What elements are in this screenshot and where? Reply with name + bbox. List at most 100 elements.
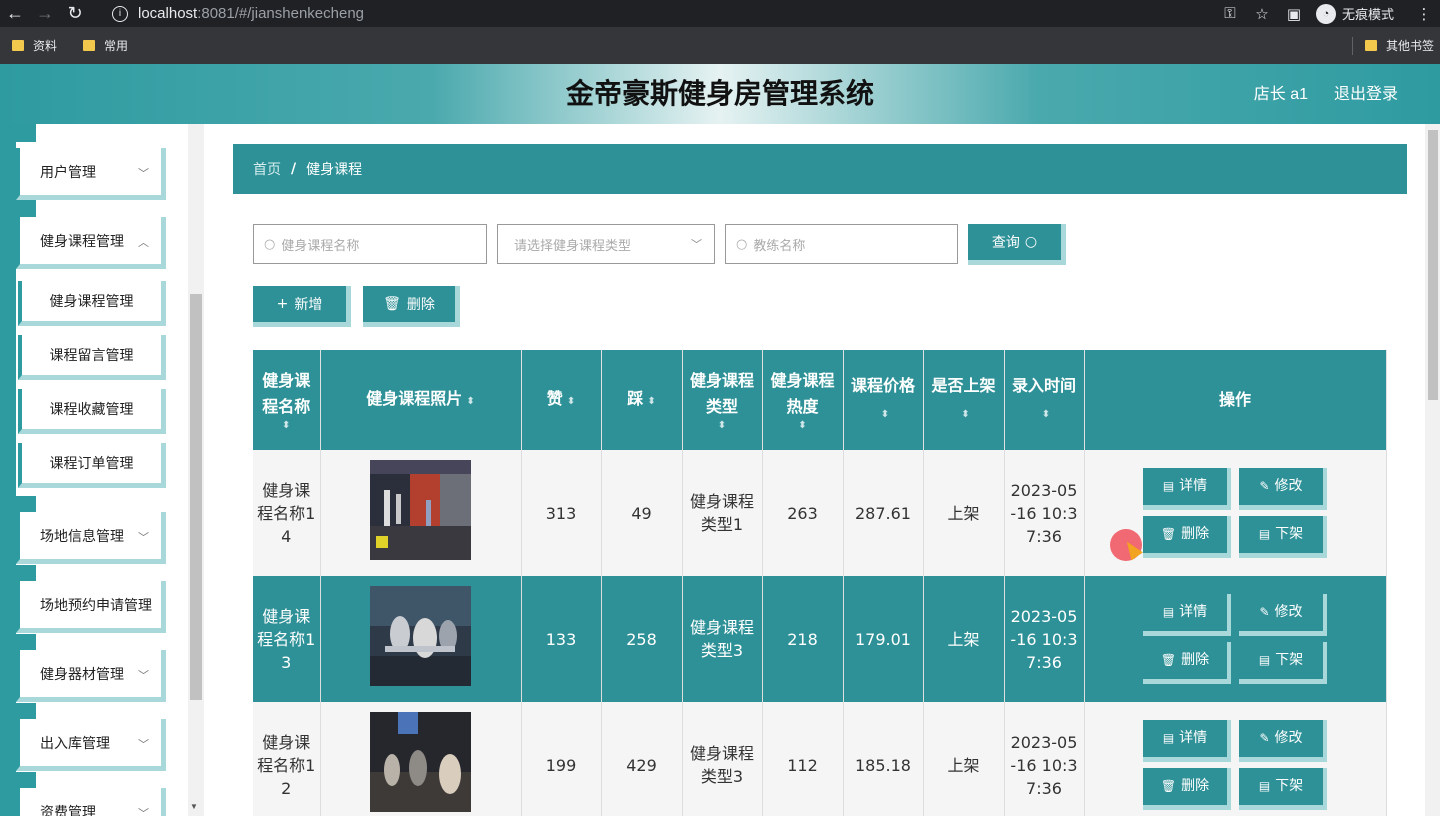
col-header-dislike[interactable]: 踩 ⬍ <box>601 350 683 450</box>
col-header-heat[interactable]: 健身课程热度 ⬍ <box>762 350 844 450</box>
cell-heat: 112 <box>762 702 844 816</box>
document-icon: ▤ <box>1258 527 1271 541</box>
sidepanel-icon[interactable]: ▣ <box>1278 5 1310 23</box>
edit-icon: ✎ <box>1259 605 1270 619</box>
edit-button[interactable]: ✎ 修改 <box>1239 594 1327 636</box>
course-photo[interactable] <box>370 586 471 686</box>
url-host: localhost <box>138 5 198 22</box>
cell-onsale: 上架 <box>923 702 1005 816</box>
cell-photo <box>320 576 522 702</box>
sort-icon[interactable]: ⬍ <box>1042 409 1050 420</box>
cell-type: 健身课程类型3 <box>682 702 763 816</box>
menu-icon[interactable]: ⋮ <box>1408 5 1440 23</box>
sidebar-item-venues[interactable]: 场地信息管理 ﹀ <box>16 512 166 564</box>
sort-icon[interactable]: ⬍ <box>767 420 839 432</box>
op-label: 下架 <box>1275 778 1304 794</box>
delete-label: 删除 <box>406 297 435 313</box>
op-label: 详情 <box>1179 604 1208 620</box>
sidebar-scrollbar-thumb[interactable] <box>190 294 202 700</box>
sidebar-item-venue-booking[interactable]: 场地预约申请管理 <box>16 581 166 633</box>
offshelf-button[interactable]: ▤ 下架 <box>1239 642 1327 684</box>
query-button[interactable]: 查询 ○ <box>968 224 1066 265</box>
address-bar[interactable]: i localhost:8081/#/jianshenkecheng <box>112 0 364 27</box>
bookmark-folder-changyong[interactable]: 常用 <box>83 37 128 54</box>
sidebar-item-fees[interactable]: 资费管理 ﹀ <box>16 788 166 816</box>
col-header-type[interactable]: 健身课程类型 ⬍ <box>682 350 763 450</box>
trash-icon: 🗑 <box>1160 779 1177 793</box>
logout-button[interactable]: 退出登录 <box>1334 64 1398 126</box>
op-label: 删除 <box>1181 778 1210 794</box>
document-icon: ▤ <box>1258 779 1271 793</box>
sort-icon[interactable]: ⬍ <box>466 396 474 407</box>
op-label: 修改 <box>1274 730 1303 746</box>
col-header-time[interactable]: 录入时间 ⬍ <box>1004 350 1085 450</box>
edit-button[interactable]: ✎ 修改 <box>1239 468 1327 510</box>
submenu-course-favorites[interactable]: 课程收藏管理 <box>18 389 166 434</box>
search-icon: ○ <box>736 236 748 252</box>
col-header-onsale[interactable]: 是否上架 ⬍ <box>923 350 1005 450</box>
sidebar-item-inventory[interactable]: 出入库管理 ﹀ <box>16 719 166 771</box>
detail-button[interactable]: ▤ 详情 <box>1143 720 1231 762</box>
add-label: 新增 <box>294 297 323 313</box>
course-table: 健身课程名称 ⬍ 健身课程照片 ⬍ 赞 ⬍ 踩 ⬍ 健身课程类型 ⬍ 健身课程热度 ⬍ 课程… <box>253 350 1387 816</box>
cell-price: 185.18 <box>843 702 924 816</box>
add-button[interactable]: + 新增 <box>253 286 351 327</box>
sidebar-item-equipment[interactable]: 健身器材管理 ﹀ <box>16 650 166 702</box>
cell-name: 健身课程名称14 <box>253 450 321 576</box>
offshelf-button[interactable]: ▤ 下架 <box>1239 768 1327 810</box>
offshelf-button[interactable]: ▤ 下架 <box>1239 516 1327 558</box>
course-photo[interactable] <box>370 712 471 812</box>
main-scrollbar-thumb[interactable] <box>1428 130 1438 400</box>
forward-icon[interactable]: → <box>30 0 60 27</box>
op-label: 修改 <box>1274 478 1303 494</box>
other-bookmarks[interactable]: 其他书签 <box>1386 37 1434 54</box>
col-header-name[interactable]: 健身课程名称 ⬍ <box>253 350 321 450</box>
course-photo[interactable] <box>370 460 471 560</box>
folder-icon <box>83 40 96 51</box>
sort-icon[interactable]: ⬍ <box>687 420 758 432</box>
detail-button[interactable]: ▤ 详情 <box>1143 594 1231 636</box>
delete-button[interactable]: 🗑 删除 <box>1143 642 1231 684</box>
sort-icon[interactable]: ⬍ <box>257 420 316 432</box>
scroll-down-icon[interactable]: ▼ <box>190 802 198 811</box>
header-label: 操作 <box>1218 390 1251 409</box>
chevron-up-icon: ︿ <box>138 236 149 249</box>
site-info-icon[interactable]: i <box>112 5 128 22</box>
star-icon[interactable]: ☆ <box>1246 5 1278 23</box>
delete-button[interactable]: 🗑 删除 <box>1143 768 1231 810</box>
col-header-price[interactable]: 课程价格 ⬍ <box>843 350 924 450</box>
sort-icon[interactable]: ⬍ <box>567 396 575 407</box>
submenu-course-comments[interactable]: 课程留言管理 <box>18 335 166 380</box>
current-user: 店长 a1 <box>1253 86 1308 103</box>
delete-button[interactable]: 🗑 删除 <box>1143 516 1231 558</box>
sidebar-item-courses[interactable]: 健身课程管理 ︿ <box>16 217 166 269</box>
chevron-down-icon: ﹀ <box>138 738 149 751</box>
trash-icon: 🗑 <box>383 296 401 312</box>
col-header-like[interactable]: 赞 ⬍ <box>521 350 602 450</box>
key-icon[interactable]: ⚿ <box>1214 5 1246 22</box>
cell-heat: 263 <box>762 450 844 576</box>
coach-name-input[interactable]: ○ 教练名称 <box>725 224 958 264</box>
breadcrumb-separator: / <box>291 161 297 177</box>
back-icon[interactable]: ← <box>0 0 30 27</box>
sidebar-item-users[interactable]: 用户管理 ﹀ <box>16 148 166 200</box>
course-type-select[interactable]: 请选择健身课程类型 ﹀ <box>497 224 715 264</box>
col-header-photo[interactable]: 健身课程照片 ⬍ <box>320 350 522 450</box>
reload-icon[interactable]: ↻ <box>60 0 90 27</box>
incognito-badge[interactable]: ◔ 无痕模式 <box>1315 3 1394 24</box>
sort-icon[interactable]: ⬍ <box>961 409 969 420</box>
header-label: 健身课程名称 <box>262 371 311 416</box>
submenu-course-manage[interactable]: 健身课程管理 <box>18 281 166 326</box>
detail-button[interactable]: ▤ 详情 <box>1143 468 1231 510</box>
op-label: 修改 <box>1274 604 1303 620</box>
sort-icon[interactable]: ⬍ <box>647 396 655 407</box>
course-name-input[interactable]: ○ 健身课程名称 <box>253 224 487 264</box>
col-header-ops: 操作 <box>1084 350 1387 450</box>
edit-button[interactable]: ✎ 修改 <box>1239 720 1327 762</box>
breadcrumb-home[interactable]: 首页 <box>253 159 281 179</box>
cell-type: 健身课程类型1 <box>682 450 763 576</box>
bookmark-folder-ziliao[interactable]: 资料 <box>12 37 57 54</box>
sort-icon[interactable]: ⬍ <box>881 409 889 420</box>
batch-delete-button[interactable]: 🗑 删除 <box>363 286 460 327</box>
submenu-course-orders[interactable]: 课程订单管理 <box>18 443 166 488</box>
